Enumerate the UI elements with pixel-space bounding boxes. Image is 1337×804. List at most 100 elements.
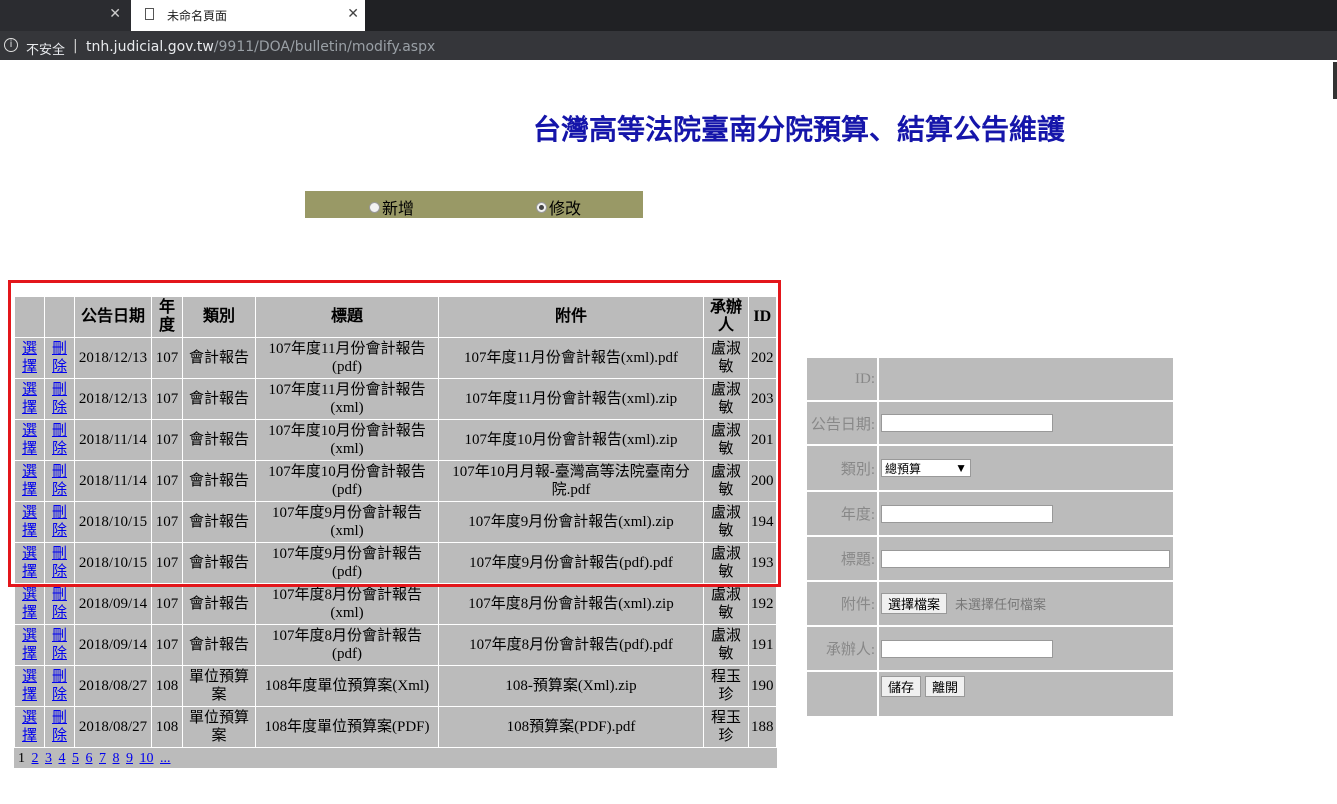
radio-off-icon[interactable]	[369, 201, 380, 213]
grid-header-row: 公告日期 年度 類別 標題 附件 承辦人 ID	[14, 296, 777, 338]
page-link[interactable]: 8	[113, 751, 120, 766]
delete-link[interactable]: 刪除	[52, 423, 67, 457]
select-link[interactable]: 選擇	[22, 628, 37, 662]
actions-label	[807, 672, 877, 716]
cell-category: 會計報告	[182, 501, 256, 543]
page-link[interactable]: 9	[126, 751, 133, 766]
delete-link[interactable]: 刪除	[52, 382, 67, 416]
category-label: 類別:	[840, 461, 875, 478]
cell-attachment: 107年10月月報-臺灣高等法院臺南分院.pdf	[438, 460, 704, 502]
cell-id: 188	[748, 706, 777, 748]
col-delete-header	[44, 296, 75, 338]
cell-date: 2018/08/27	[74, 706, 152, 748]
cell-id: 193	[748, 542, 777, 584]
cell-category: 單位預算案	[182, 706, 256, 748]
select-link[interactable]: 選擇	[22, 669, 37, 703]
address-bar[interactable]: i 不安全 | tnh.judicial.gov.tw/9911/DOA/bul…	[0, 31, 1337, 60]
title-input[interactable]	[881, 549, 1170, 568]
select-link[interactable]: 選擇	[22, 546, 37, 580]
mode-selector: 新增 修改	[305, 191, 643, 218]
table-row: 選擇 刪除 2018/09/14 107 會計報告 107年度8月份會計報告(x…	[14, 583, 777, 625]
browser-tab-inactive[interactable]: ✕	[0, 0, 131, 31]
cell-title: 107年度9月份會計報告(pdf)	[255, 542, 439, 584]
cell-handler: 程玉珍	[703, 706, 749, 748]
cell-attachment: 107年度10月份會計報告(xml).zip	[438, 419, 704, 461]
delete-link[interactable]: 刪除	[52, 710, 67, 744]
no-file-text: 未選擇任何檔案	[955, 597, 1047, 612]
close-tab-icon[interactable]: ✕	[109, 6, 121, 22]
date-label: 公告日期:	[810, 416, 875, 433]
radio-on-icon[interactable]	[536, 201, 547, 213]
delete-link[interactable]: 刪除	[52, 669, 67, 703]
page-link[interactable]: 6	[86, 751, 93, 766]
cell-year: 107	[151, 419, 183, 461]
page-link[interactable]: 2	[32, 751, 39, 766]
select-link[interactable]: 選擇	[22, 341, 37, 375]
cell-year: 108	[151, 706, 183, 748]
col-date-header: 公告日期	[74, 296, 152, 338]
cell-handler: 盧淑敏	[703, 337, 749, 379]
security-status[interactable]: 不安全	[26, 39, 65, 58]
mode-add-label[interactable]: 新增	[382, 195, 414, 219]
delete-link[interactable]: 刪除	[52, 341, 67, 375]
page-more-link[interactable]: ...	[160, 751, 171, 766]
col-category-header: 類別	[182, 296, 256, 338]
form-row-year: 年度:	[807, 492, 1173, 537]
cell-handler: 盧淑敏	[703, 583, 749, 625]
choose-file-button[interactable]: 選擇檔案	[881, 593, 948, 614]
cell-id: 203	[748, 378, 777, 420]
info-icon[interactable]: i	[4, 38, 18, 52]
cell-handler: 盧淑敏	[703, 542, 749, 584]
cell-handler: 盧淑敏	[703, 460, 749, 502]
form-row-title: 標題:	[807, 537, 1173, 582]
page-link[interactable]: 3	[45, 751, 52, 766]
form-row-id: ID:	[807, 358, 1173, 402]
date-input[interactable]	[881, 414, 1053, 432]
page-link[interactable]: 4	[59, 751, 66, 766]
delete-link[interactable]: 刪除	[52, 464, 67, 498]
cell-date: 2018/09/14	[74, 624, 152, 666]
select-link[interactable]: 選擇	[22, 587, 37, 621]
close-tab-icon[interactable]: ✕	[347, 6, 359, 22]
leave-button[interactable]: 離開	[925, 676, 966, 697]
form-row-handler: 承辦人:	[807, 627, 1173, 672]
bulletin-grid: 公告日期 年度 類別 標題 附件 承辦人 ID 選擇 刪除 2018/12/13…	[14, 296, 777, 768]
mode-modify-label[interactable]: 修改	[549, 195, 581, 219]
category-select[interactable]: 總預算 ▼	[881, 459, 971, 477]
browser-tab-bar: ✕ 未命名頁面 ✕	[0, 0, 1337, 31]
year-input[interactable]	[881, 504, 1053, 523]
cell-title: 107年度11月份會計報告(pdf)	[255, 337, 439, 379]
table-row: 選擇 刪除 2018/12/13 107 會計報告 107年度11月份會計報告(…	[14, 337, 777, 379]
cell-year: 107	[151, 337, 183, 379]
cell-id: 192	[748, 583, 777, 625]
mode-modify-radio[interactable]: 修改	[536, 195, 581, 219]
delete-link[interactable]: 刪除	[52, 628, 67, 662]
handler-input[interactable]	[881, 639, 1053, 658]
save-button[interactable]: 儲存	[881, 676, 922, 697]
handler-label: 承辦人:	[825, 642, 875, 658]
select-link[interactable]: 選擇	[22, 423, 37, 457]
cell-id: 201	[748, 419, 777, 461]
delete-link[interactable]: 刪除	[52, 587, 67, 621]
select-link[interactable]: 選擇	[22, 382, 37, 416]
scrollbar-thumb[interactable]	[1333, 62, 1337, 99]
mode-add-radio[interactable]: 新增	[369, 195, 414, 219]
table-row: 選擇 刪除 2018/08/27 108 單位預算案 108年度單位預算案(Xm…	[14, 665, 777, 707]
page-link[interactable]: 10	[140, 751, 154, 766]
url-path: /9911/DOA/bulletin/modify.aspx	[213, 39, 436, 55]
delete-link[interactable]: 刪除	[52, 505, 67, 539]
page-link[interactable]: 7	[99, 751, 106, 766]
browser-tab-active[interactable]: 未命名頁面 ✕	[131, 0, 365, 31]
page-icon	[145, 8, 154, 20]
cell-attachment: 107年度8月份會計報告(pdf).pdf	[438, 624, 704, 666]
select-link[interactable]: 選擇	[22, 505, 37, 539]
page-link[interactable]: 5	[72, 751, 79, 766]
cell-year: 107	[151, 583, 183, 625]
url-text[interactable]: tnh.judicial.gov.tw/9911/DOA/bulletin/mo…	[86, 39, 435, 55]
delete-link[interactable]: 刪除	[52, 546, 67, 580]
cell-attachment: 107年度9月份會計報告(xml).zip	[438, 501, 704, 543]
select-link[interactable]: 選擇	[22, 710, 37, 744]
cell-title: 108年度單位預算案(Xml)	[255, 665, 439, 707]
cell-title: 107年度10月份會計報告(xml)	[255, 419, 439, 461]
select-link[interactable]: 選擇	[22, 464, 37, 498]
